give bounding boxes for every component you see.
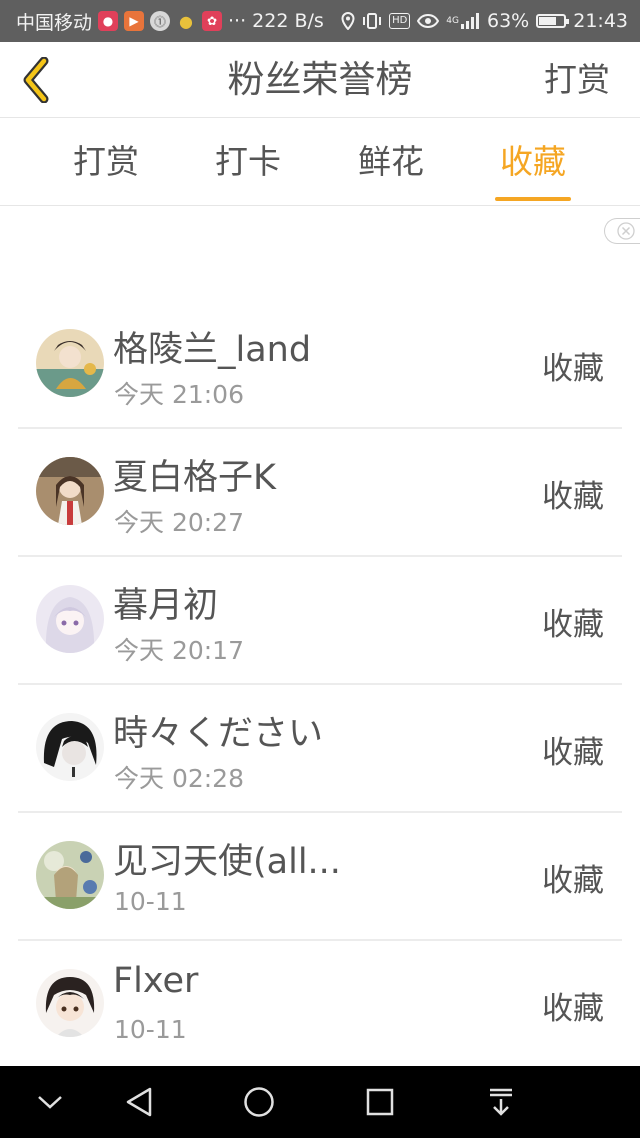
play-notification-icon: ▶ — [124, 11, 145, 31]
avatar[interactable] — [36, 713, 104, 781]
title-bar: 粉丝荣誉榜 打赏 — [0, 42, 640, 118]
fan-list: 格陵兰_land 今天 21:06 收藏 夏白格子K 今天 20:27 收藏 暮… — [18, 301, 622, 1069]
signal-label: 4G — [446, 15, 459, 26]
favorite-label: 收藏 — [542, 991, 604, 1027]
hd-icon: HD — [389, 13, 411, 29]
status-right: HD 4G 63% 21:43 — [341, 10, 628, 32]
recents-square-icon — [366, 1088, 394, 1116]
message-notification-icon: ✿ — [202, 11, 223, 31]
nav-back-button[interactable] — [99, 1066, 179, 1138]
list-item[interactable]: 格陵兰_land 今天 21:06 收藏 — [18, 301, 622, 429]
user-name: 暮月初 — [113, 586, 219, 626]
battery-fill — [539, 17, 556, 25]
list-item[interactable]: Flxer 10-11 收藏 — [18, 941, 622, 1069]
time-label: 10-11 — [114, 1015, 187, 1044]
tab-bar: 打赏 打卡 鲜花 收藏 — [0, 118, 640, 206]
avatar[interactable] — [36, 457, 104, 525]
network-speed: 222 B/s — [252, 10, 324, 32]
battery-icon — [536, 14, 570, 28]
list-item[interactable]: 见习天使(all... 10-11 收藏 — [18, 813, 622, 941]
chevron-down-icon — [38, 1096, 62, 1109]
home-circle-icon — [244, 1087, 274, 1117]
app-notification-icon: ● — [98, 11, 119, 31]
time-label: 今天 20:17 — [114, 636, 244, 665]
signal-icon: 4G — [446, 12, 480, 30]
avatar[interactable] — [36, 969, 104, 1037]
close-button[interactable] — [604, 218, 640, 244]
favorite-label: 收藏 — [542, 479, 604, 515]
tab-reward[interactable]: 打赏 — [51, 118, 161, 206]
list-item[interactable]: 暮月初 今天 20:17 收藏 — [18, 557, 622, 685]
system-nav-bar — [0, 1066, 640, 1138]
nav-notification-button[interactable] — [461, 1066, 541, 1138]
favorite-label: 收藏 — [542, 735, 604, 771]
vibrate-icon — [362, 12, 382, 30]
eye-icon — [417, 14, 440, 28]
pull-down-icon — [490, 1088, 512, 1116]
nav-recents-button[interactable] — [340, 1066, 420, 1138]
badge-notification-icon: ⓵ — [150, 11, 171, 31]
list-item[interactable]: 夏白格子K 今天 20:27 收藏 — [18, 429, 622, 557]
close-icon — [616, 222, 635, 240]
avatar[interactable] — [36, 329, 104, 397]
location-icon — [341, 12, 355, 30]
favorite-label: 收藏 — [542, 351, 604, 387]
list-item[interactable]: 時々ください 今天 02:28 收藏 — [18, 685, 622, 813]
favorite-label: 收藏 — [542, 863, 604, 899]
tab-flowers[interactable]: 鲜花 — [336, 118, 446, 206]
user-name: 见习天使(all... — [113, 842, 341, 882]
favorite-label: 收藏 — [542, 607, 604, 643]
user-name: Flxer — [113, 961, 199, 1001]
time-label: 10-11 — [114, 887, 187, 916]
tab-favorites[interactable]: 收藏 — [478, 118, 588, 206]
hide-nav-button[interactable] — [10, 1066, 90, 1138]
avatar[interactable] — [36, 841, 104, 909]
bulb-notification-icon: ● — [179, 11, 193, 31]
status-bar: 中国移动 ● ▶ ⓵ ● ✿ ··· 222 B/s HD 4G 63% 21:… — [0, 0, 640, 42]
tab-checkin[interactable]: 打卡 — [193, 118, 303, 206]
user-name: 時々ください — [113, 714, 324, 754]
carrier-name: 中国移动 — [16, 11, 93, 34]
user-name: 夏白格子K — [113, 458, 276, 498]
nav-home-button[interactable] — [219, 1066, 299, 1138]
more-notifications-icon: ··· — [228, 10, 247, 32]
user-name: 格陵兰_land — [113, 330, 312, 370]
reward-button[interactable]: 打赏 — [544, 42, 610, 118]
back-triangle-icon — [126, 1087, 152, 1117]
time-label: 今天 21:06 — [114, 380, 244, 409]
battery-percent: 63% — [487, 10, 530, 32]
status-left: 中国移动 ● ▶ ⓵ ● ✿ ··· 222 B/s — [16, 8, 324, 35]
clock: 21:43 — [573, 10, 628, 32]
avatar[interactable] — [36, 585, 104, 653]
time-label: 今天 20:27 — [114, 508, 244, 537]
time-label: 今天 02:28 — [114, 764, 244, 793]
